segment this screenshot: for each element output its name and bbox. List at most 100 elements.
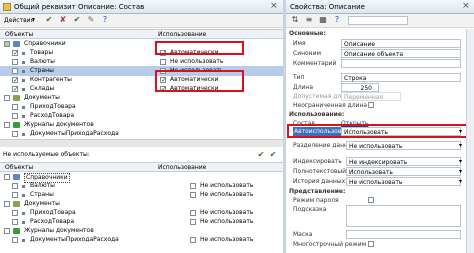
prop-history: История данных Не использовать ▾	[286, 177, 468, 186]
unused-header: Не используемые объекты: ✔ ✔	[0, 148, 283, 160]
list-icon[interactable]: ≡	[304, 15, 314, 25]
catalog-item-icon	[22, 52, 25, 55]
unused-title: Не используемые объекты:	[3, 151, 90, 158]
vertical-scrollbar[interactable]	[466, 29, 474, 253]
chevron-down-icon[interactable]: ▾	[32, 16, 35, 23]
prop-label: Длина	[293, 84, 314, 91]
unused-tree: Справочники Валюты Не использовать Стран…	[0, 172, 283, 250]
check-all-icon[interactable]: ✔	[44, 15, 54, 25]
section-presentation[interactable]: Представление:	[286, 187, 468, 196]
actions-menu[interactable]: Действия	[4, 17, 34, 24]
checkbox[interactable]	[4, 95, 10, 101]
length-field[interactable]: 250	[341, 83, 379, 92]
prop-label: Комментарий	[293, 60, 337, 67]
checkbox[interactable]	[4, 228, 10, 234]
prop-label: Синоним	[293, 50, 322, 57]
uncheck-all-icon[interactable]: ✘	[58, 15, 68, 25]
column-objects[interactable]: Объекты	[5, 31, 33, 38]
checkbox[interactable]	[12, 68, 18, 74]
prop-label: Тип	[293, 74, 305, 81]
tree-label: ДокументыПриходаРасхода	[30, 130, 119, 137]
checkbox[interactable]	[12, 210, 18, 216]
usage-checkbox[interactable]	[190, 219, 196, 225]
help-icon[interactable]: ?	[332, 15, 342, 25]
highlight-box	[287, 124, 471, 138]
chevron-down-icon[interactable]: ▾	[459, 177, 462, 186]
checkbox[interactable]	[4, 122, 10, 128]
document-icon	[13, 95, 20, 101]
checkbox[interactable]	[12, 183, 18, 189]
journal-item-icon	[22, 133, 25, 136]
sort-icon[interactable]: ⇅	[290, 15, 300, 25]
window-title: Общий реквизит Описание: Состав	[14, 3, 145, 11]
tree-row[interactable]: ДокументыПриходаРасхода Не использовать	[0, 235, 283, 245]
edit-icon[interactable]: ✎	[86, 15, 96, 25]
checkbox[interactable]	[4, 41, 10, 47]
multiline-checkbox[interactable]	[368, 241, 374, 247]
check-icon[interactable]: ✔	[256, 150, 266, 160]
checkbox[interactable]	[12, 113, 18, 119]
usage-checkbox[interactable]	[190, 183, 196, 189]
allowed-length-field[interactable]: Переменная	[341, 92, 401, 101]
close-icon[interactable]: ×	[462, 1, 470, 11]
prop-data-split: Разделение данных Не использовать ▾	[286, 141, 468, 150]
prop-password-mode: Режим пароля	[286, 196, 468, 205]
column-usage[interactable]: Использование	[158, 31, 206, 38]
checkbox[interactable]	[12, 131, 18, 137]
catalog-icon	[13, 41, 20, 47]
column-usage[interactable]: Использование	[158, 164, 206, 171]
tree-row[interactable]: ДокументыПриходаРасхода	[0, 129, 283, 139]
synonym-field[interactable]: Описание объекта	[341, 49, 461, 58]
checkbox[interactable]	[4, 201, 10, 207]
name-field[interactable]: Описание	[341, 39, 461, 48]
comment-field[interactable]	[341, 59, 461, 68]
chevron-down-icon[interactable]: ▾	[459, 167, 462, 176]
usage-checkbox[interactable]	[190, 237, 196, 243]
checkbox[interactable]	[12, 75, 19, 85]
section-main[interactable]: Основные:	[286, 29, 468, 38]
unlimited-checkbox[interactable]	[368, 102, 374, 108]
password-mode-checkbox[interactable]	[368, 197, 374, 203]
hint-field[interactable]	[346, 205, 461, 227]
checkbox[interactable]	[12, 59, 18, 65]
journal-icon	[13, 228, 20, 234]
usage-checkbox[interactable]	[160, 59, 166, 65]
checkbox[interactable]	[12, 237, 18, 243]
mask-field[interactable]	[346, 230, 461, 239]
catalog-item-icon	[22, 70, 25, 73]
type-field[interactable]: Строка	[341, 73, 461, 82]
checkbox[interactable]	[12, 192, 18, 198]
chevron-down-icon[interactable]: ▾	[459, 141, 462, 150]
indexing-select[interactable]: Не индексировать	[346, 157, 461, 166]
section-usage[interactable]: Использование:	[286, 110, 468, 119]
prop-label: История данных	[293, 178, 346, 185]
unused-grid-header: Объекты Использование	[0, 162, 283, 172]
checkbox[interactable]	[12, 84, 19, 94]
properties-toolbar: ⇅ ≡ ▦ ?	[286, 14, 474, 28]
catalog-icon	[13, 174, 20, 180]
checkbox[interactable]	[12, 48, 19, 58]
catalog-item-icon	[22, 185, 25, 188]
prop-label: Подсказка	[293, 206, 327, 213]
checkbox[interactable]	[12, 219, 18, 225]
close-icon[interactable]: ×	[270, 1, 278, 11]
prop-name: Имя Описание	[286, 39, 468, 48]
horizontal-scrollbar[interactable]	[0, 139, 283, 147]
check-icon[interactable]: ✔	[72, 15, 82, 25]
data-split-select[interactable]: Не использовать	[346, 141, 461, 150]
highlight-box	[155, 41, 244, 55]
prop-comment: Комментарий	[286, 59, 468, 68]
usage-value[interactable]: Не использовать	[200, 235, 253, 245]
history-select[interactable]: Не использовать	[346, 177, 461, 186]
help-icon[interactable]: ?	[100, 15, 110, 25]
search-input[interactable]	[348, 16, 408, 25]
usage-checkbox[interactable]	[190, 210, 196, 216]
usage-checkbox[interactable]	[190, 192, 196, 198]
check-icon[interactable]: ✔	[268, 150, 278, 160]
checkbox[interactable]	[12, 104, 18, 110]
chevron-down-icon[interactable]: ▾	[459, 157, 462, 166]
grid-icon[interactable]: ▦	[318, 15, 328, 25]
column-objects[interactable]: Объекты	[5, 164, 33, 171]
fulltext-select[interactable]: Использовать	[346, 167, 461, 176]
checkbox[interactable]	[4, 174, 10, 180]
